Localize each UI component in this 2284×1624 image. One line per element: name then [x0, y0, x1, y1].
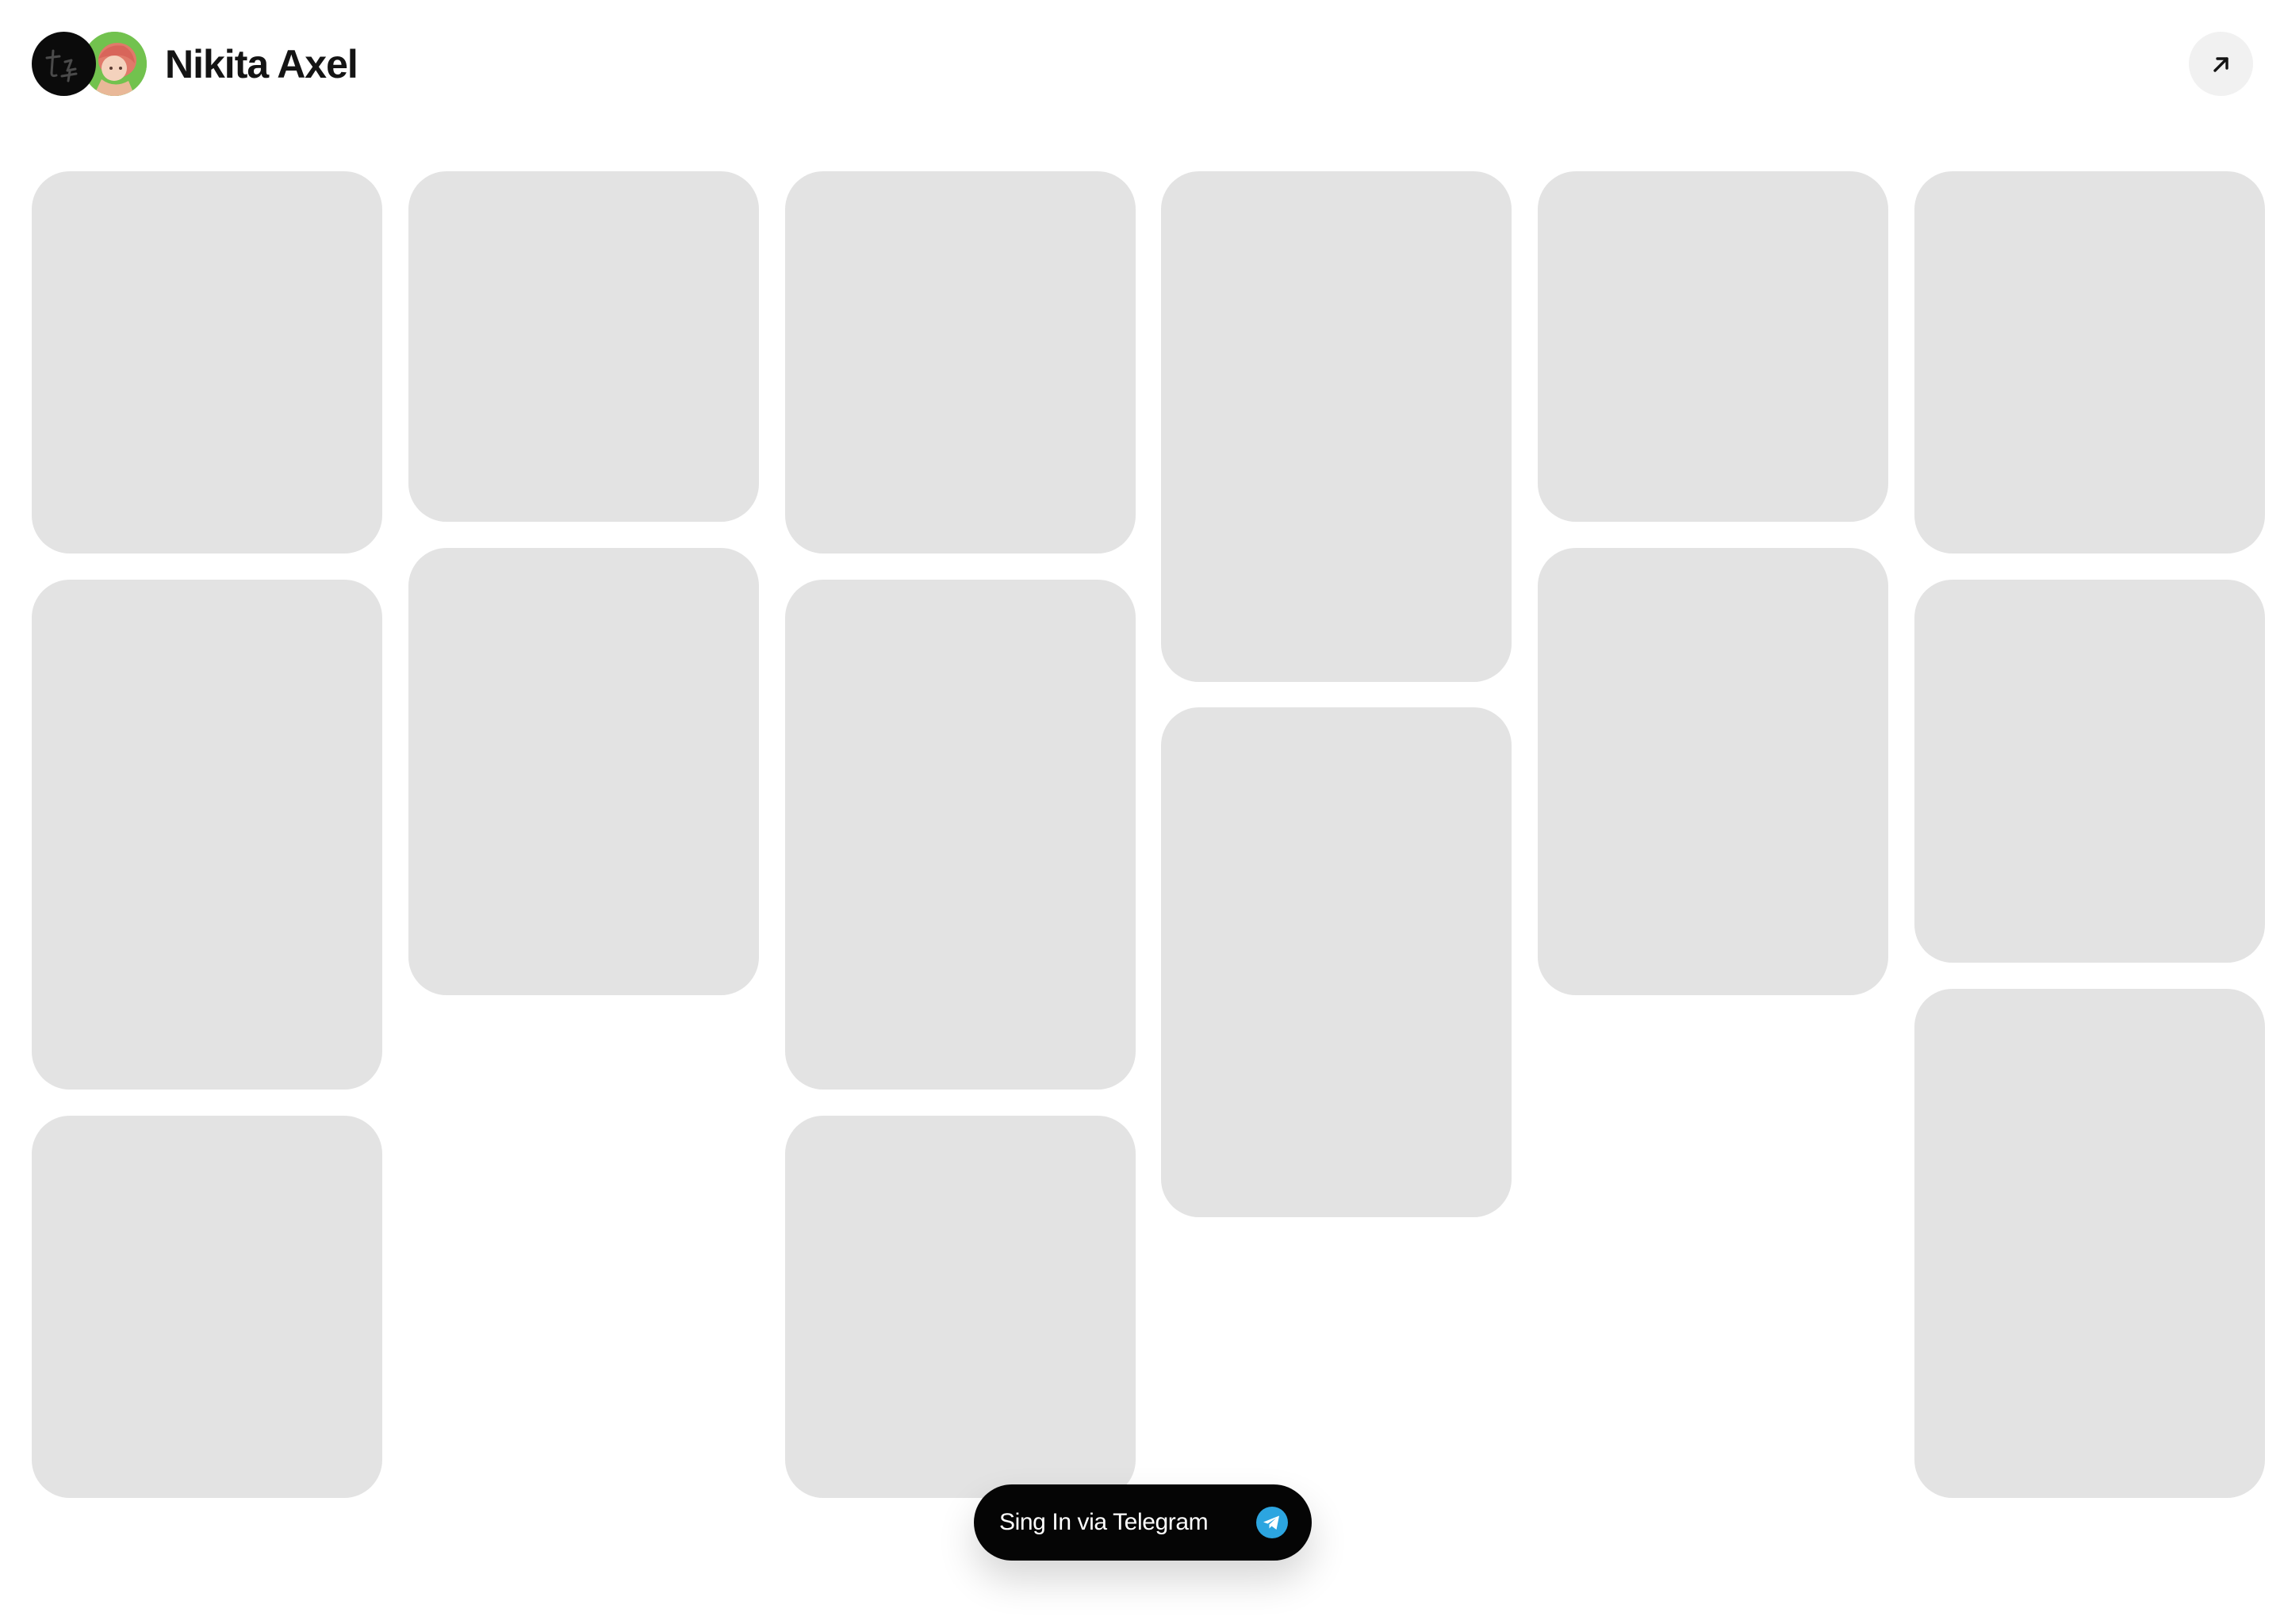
- feed-card[interactable]: [785, 171, 1136, 553]
- app-logo-icon: [45, 49, 78, 82]
- signin-telegram-button[interactable]: Sing In via Telegram: [974, 1484, 1312, 1561]
- telegram-icon: [1256, 1507, 1288, 1538]
- feed-card[interactable]: [785, 1116, 1136, 1498]
- feed-card[interactable]: [408, 171, 759, 522]
- feed-card[interactable]: [1161, 707, 1512, 1217]
- arrow-up-right-icon: [2213, 56, 2228, 72]
- page: Nikita Axel Sing In via Telegram: [0, 0, 2284, 1624]
- feed-card[interactable]: [1914, 171, 2265, 553]
- header: Nikita Axel: [0, 0, 2284, 127]
- feed-card[interactable]: [1914, 580, 2265, 963]
- feed-card[interactable]: [408, 548, 759, 995]
- feed-card[interactable]: [32, 1116, 382, 1498]
- app-avatar[interactable]: [32, 32, 96, 96]
- feed-card[interactable]: [1538, 171, 1888, 522]
- open-external-button[interactable]: [2189, 32, 2253, 96]
- feed-card[interactable]: [32, 171, 382, 553]
- feed-card[interactable]: [32, 580, 382, 1090]
- signin-label: Sing In via Telegram: [999, 1509, 1209, 1535]
- feed-card[interactable]: [785, 580, 1136, 1090]
- feed-card[interactable]: [1538, 548, 1888, 995]
- feed-card[interactable]: [1161, 171, 1512, 682]
- user-name: Nikita Axel: [165, 42, 358, 86]
- feed-card[interactable]: [1914, 989, 2265, 1498]
